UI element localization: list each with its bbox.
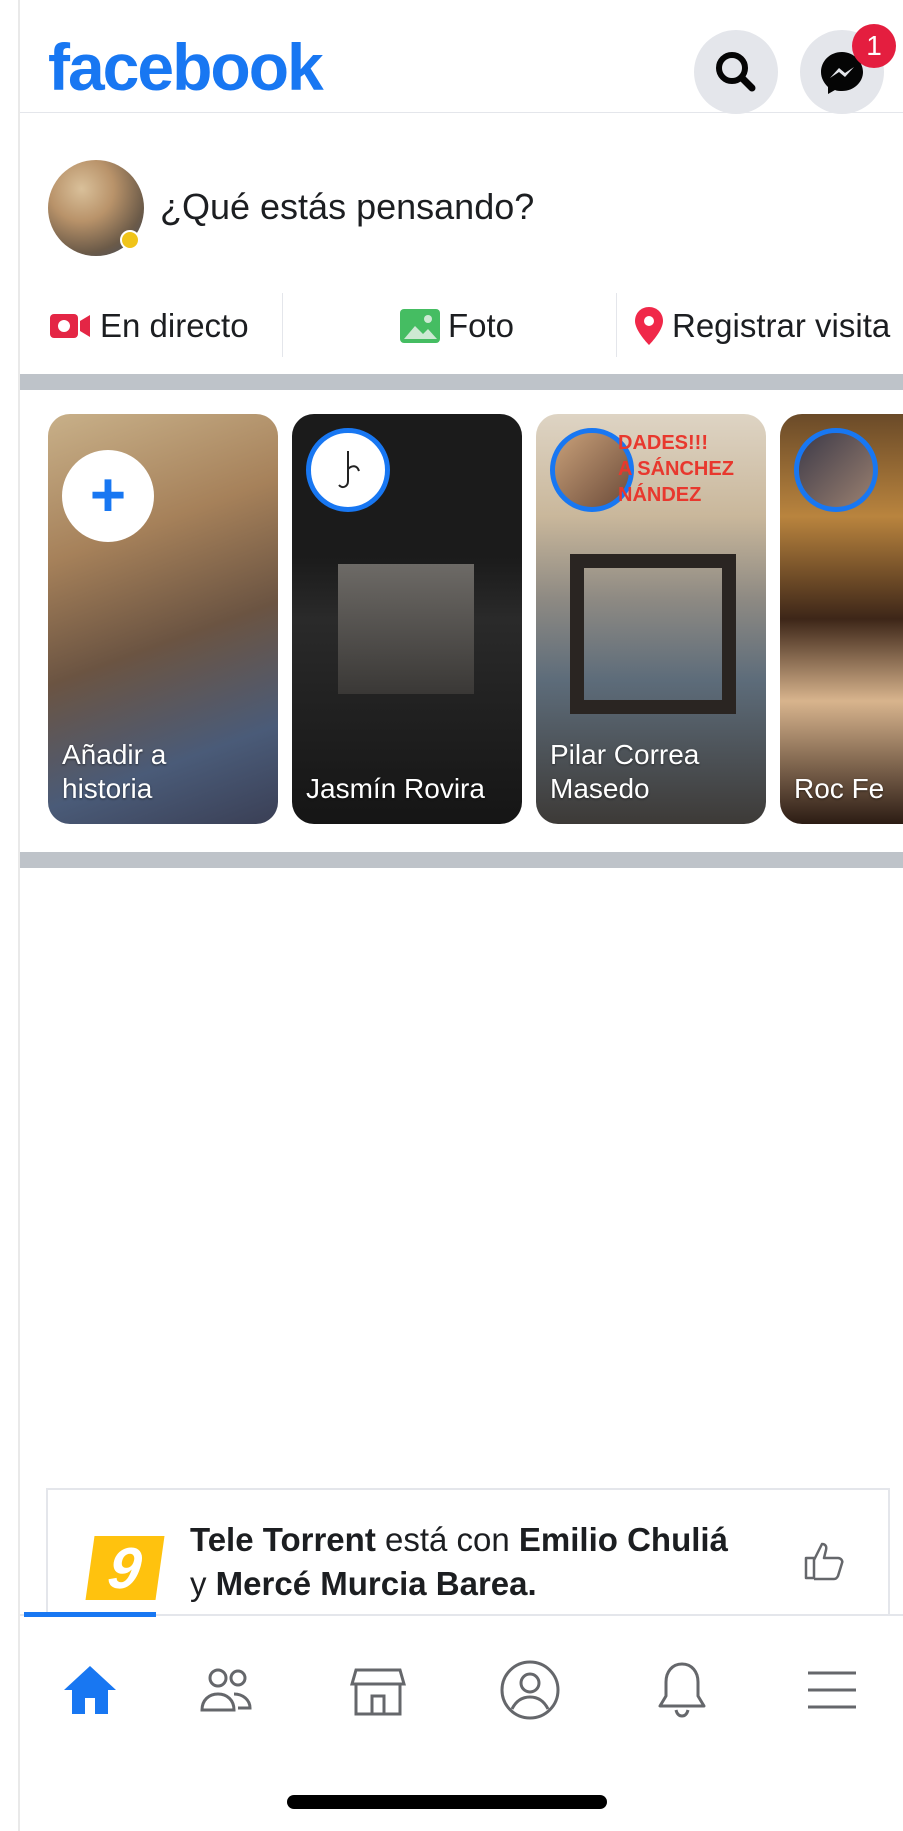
composer-actions: En directo Foto Registrar visita [20, 285, 903, 369]
live-video-label: En directo [100, 307, 249, 344]
connector-text: y [190, 1565, 207, 1602]
home-indicator[interactable] [287, 1795, 607, 1809]
tab-notifications[interactable] [642, 1650, 722, 1730]
post-header-text: Tele Torrent está con Emilio Chuliá y Me… [190, 1518, 730, 1606]
tab-profile[interactable] [490, 1650, 570, 1730]
photo-button[interactable]: Foto [400, 307, 514, 345]
check-in-button[interactable]: Registrar visita [634, 307, 890, 345]
post-composer[interactable]: ¿Qué estás pensando? [20, 150, 903, 262]
story-image [338, 564, 474, 694]
search-icon [716, 52, 756, 92]
action-divider [616, 293, 617, 357]
story-card[interactable]: Roc Fe [780, 414, 903, 824]
active-tab-indicator [24, 1612, 156, 1617]
friends-icon [200, 1668, 252, 1712]
story-avatar [794, 428, 878, 512]
page-name[interactable]: Tele Torrent [190, 1521, 376, 1558]
home-icon [64, 1666, 116, 1714]
marketplace-icon [350, 1668, 406, 1716]
profile-icon [500, 1660, 560, 1720]
app-frame: facebook 1 ¿Qué estás pensando? En direc… [18, 0, 903, 1831]
search-button[interactable] [694, 30, 778, 114]
connector-text: está con [384, 1521, 510, 1558]
bell-icon [658, 1662, 706, 1718]
tab-menu[interactable] [792, 1650, 872, 1730]
avatar-status-dot [120, 230, 140, 250]
story-card[interactable]: Jasmín Rovira [292, 414, 522, 824]
tab-home[interactable] [50, 1650, 130, 1730]
story-card[interactable]: DADES!!! A SÁNCHEZ NÁNDEZ Pilar Correa M… [536, 414, 766, 824]
story-overlay-text: DADES!!! A SÁNCHEZ NÁNDEZ [618, 432, 734, 506]
story-card-add[interactable]: + Añadir a historia [48, 414, 278, 824]
page-logo[interactable]: 9 [85, 1536, 165, 1601]
photo-icon [400, 309, 440, 343]
story-name: Jasmín Rovira [306, 773, 485, 804]
story-logo-icon [338, 451, 360, 489]
stories-tray: + Añadir a historia Jasmín Rovira DADES!… [20, 390, 903, 850]
story-avatar [306, 428, 390, 512]
tab-friends[interactable] [186, 1650, 266, 1730]
live-video-button[interactable]: En directo [50, 307, 249, 345]
feed-post: 9 Tele Torrent está con Emilio Chuliá y … [46, 1488, 890, 1620]
section-divider [20, 852, 903, 868]
section-divider [20, 374, 903, 390]
story-name: Roc Fe [794, 773, 885, 804]
menu-icon [808, 1671, 856, 1709]
photo-label: Foto [448, 307, 515, 344]
composer-placeholder[interactable]: ¿Qué estás pensando? [160, 186, 534, 228]
location-pin-icon [635, 307, 663, 345]
facebook-logo[interactable]: facebook [48, 34, 324, 100]
live-video-icon [50, 314, 90, 338]
action-divider [282, 293, 283, 357]
tagged-person[interactable]: Emilio Chuliá [519, 1521, 728, 1558]
story-name: Pilar Correa Masedo [550, 739, 700, 804]
thumbs-up-icon [804, 1542, 844, 1581]
add-story-icon[interactable]: + [62, 450, 154, 542]
check-in-label: Registrar visita [672, 307, 891, 344]
tab-marketplace[interactable] [338, 1650, 418, 1730]
top-bar: facebook 1 [20, 0, 903, 114]
story-photo-frame [570, 554, 736, 714]
tagged-person[interactable]: Mercé Murcia Barea. [216, 1565, 537, 1602]
messenger-badge: 1 [852, 24, 896, 68]
story-name: Añadir a historia [62, 739, 167, 804]
like-page-button[interactable] [800, 1536, 848, 1589]
